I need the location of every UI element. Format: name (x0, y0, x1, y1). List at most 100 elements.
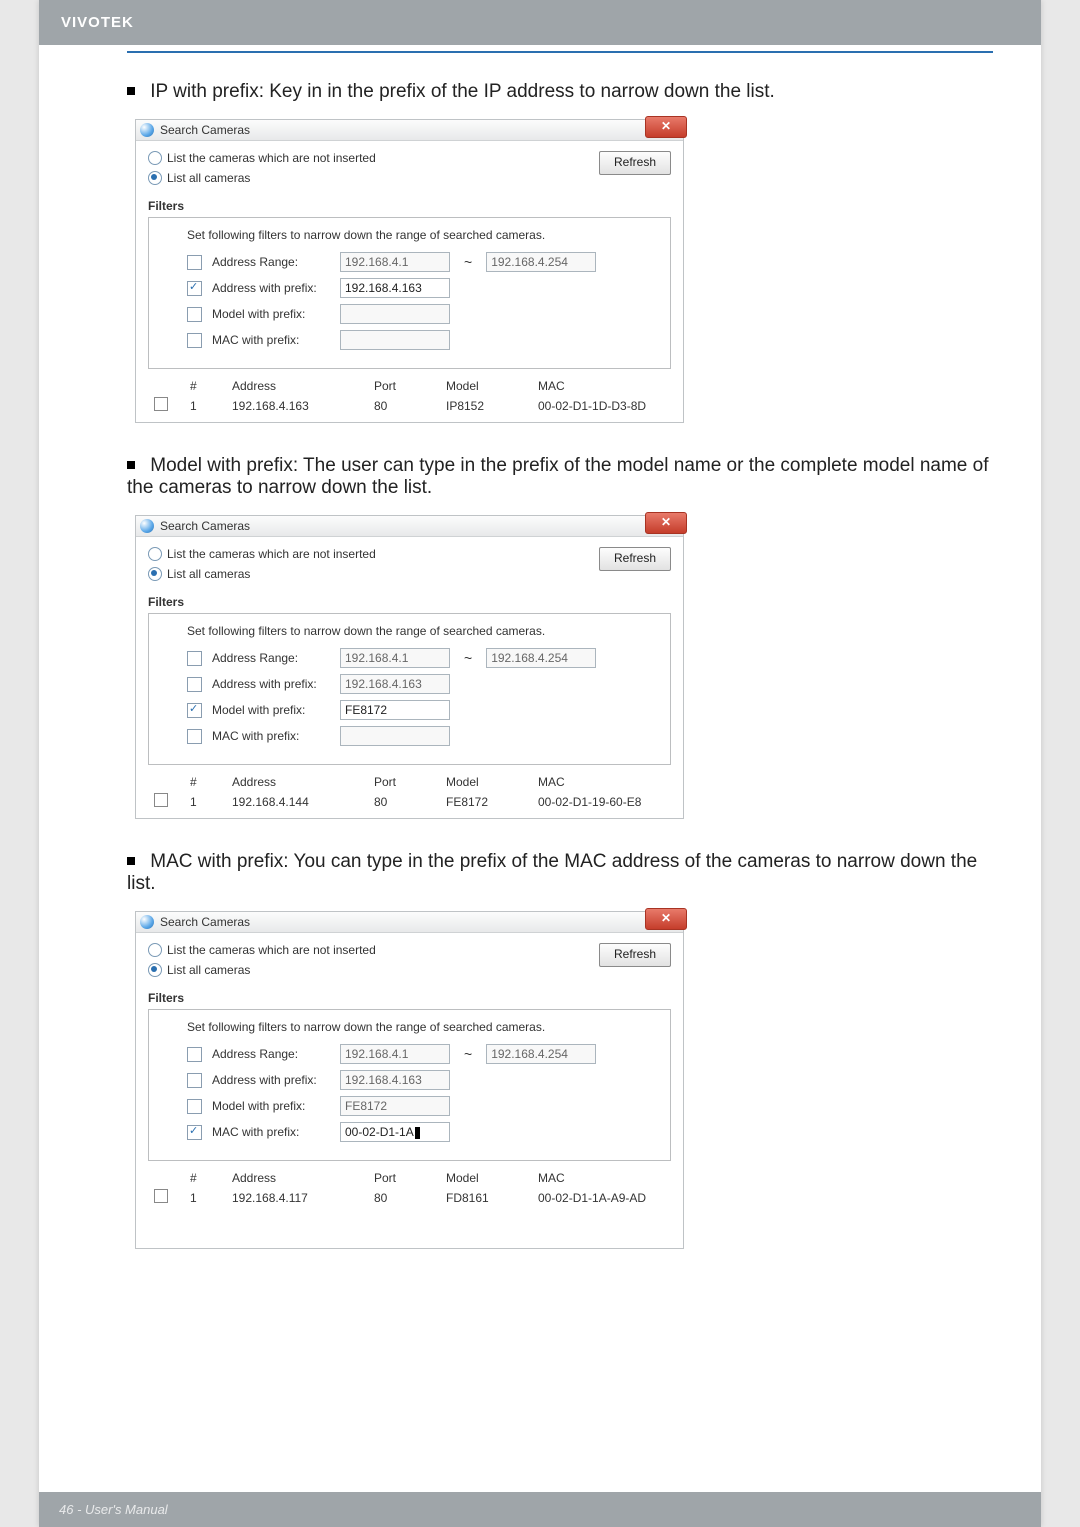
filters-desc: Set following filters to narrow down the… (187, 228, 658, 242)
chk-address-prefix[interactable] (187, 281, 202, 296)
input-address-prefix[interactable]: 192.168.4.163 (340, 674, 450, 694)
col-mac: MAC (532, 773, 671, 791)
page-header: VIVOTEK (39, 0, 1041, 45)
row-checkbox[interactable] (154, 793, 168, 807)
cell-mac: 00-02-D1-19-60-E8 (532, 791, 671, 812)
radio-not-inserted-label: List the cameras which are not inserted (167, 943, 376, 957)
results-table: # Address Port Model MAC 1 192.168.4.163… (148, 377, 671, 416)
close-icon[interactable]: ✕ (645, 512, 687, 534)
radio-not-inserted[interactable] (148, 547, 162, 561)
dialog-titlebar: Search Cameras ✕ (136, 120, 683, 141)
chk-address-range[interactable] (187, 651, 202, 666)
refresh-button[interactable]: Refresh (599, 151, 671, 175)
cell-model: IP8152 (440, 395, 532, 416)
cell-port: 80 (368, 791, 440, 812)
input-mac-prefix[interactable] (340, 726, 450, 746)
bullet-icon (127, 461, 135, 469)
col-model: Model (440, 1169, 532, 1187)
input-addr-to[interactable]: 192.168.4.254 (486, 252, 596, 272)
input-mac-prefix[interactable]: 00-02-D1-1A (340, 1122, 450, 1142)
app-icon (140, 519, 154, 533)
input-addr-from[interactable]: 192.168.4.1 (340, 648, 450, 668)
filters-panel: Set following filters to narrow down the… (148, 217, 671, 369)
col-model: Model (440, 773, 532, 791)
filters-heading: Filters (148, 991, 671, 1005)
radio-list-all[interactable] (148, 963, 162, 977)
bullet-model-prefix: Model with prefix: The user can type in … (127, 455, 993, 499)
bullet-text: Model with prefix: The user can type in … (127, 455, 988, 498)
row-checkbox[interactable] (154, 397, 168, 411)
chk-address-prefix[interactable] (187, 1073, 202, 1088)
filters-panel: Set following filters to narrow down the… (148, 1009, 671, 1161)
app-icon (140, 915, 154, 929)
range-separator: ~ (460, 650, 476, 666)
search-cameras-dialog-2: Search Cameras ✕ List the cameras which … (135, 515, 684, 819)
chk-model-prefix[interactable] (187, 307, 202, 322)
col-address: Address (226, 773, 368, 791)
chk-model-prefix[interactable] (187, 1099, 202, 1114)
cell-model: FD8161 (440, 1187, 532, 1208)
close-icon[interactable]: ✕ (645, 908, 687, 930)
bullet-mac-prefix: MAC with prefix: You can type in the pre… (127, 851, 993, 895)
input-model-prefix[interactable]: FE8172 (340, 1096, 450, 1116)
input-addr-from[interactable]: 192.168.4.1 (340, 252, 450, 272)
radio-not-inserted-label: List the cameras which are not inserted (167, 151, 376, 165)
label-address-range: Address Range: (212, 651, 330, 665)
cell-addr: 192.168.4.144 (226, 791, 368, 812)
input-model-prefix[interactable]: FE8172 (340, 700, 450, 720)
dialog-title-text: Search Cameras (160, 519, 250, 533)
chk-mac-prefix[interactable] (187, 1125, 202, 1140)
input-model-prefix[interactable] (340, 304, 450, 324)
input-address-prefix[interactable]: 192.168.4.163 (340, 278, 450, 298)
label-address-range: Address Range: (212, 1047, 330, 1061)
radio-list-all[interactable] (148, 567, 162, 581)
filters-heading: Filters (148, 199, 671, 213)
label-mac-prefix: MAC with prefix: (212, 333, 330, 347)
close-icon[interactable]: ✕ (645, 116, 687, 138)
app-icon (140, 123, 154, 137)
input-mac-prefix[interactable] (340, 330, 450, 350)
radio-list-all[interactable] (148, 171, 162, 185)
range-separator: ~ (460, 1046, 476, 1062)
input-address-prefix[interactable]: 192.168.4.163 (340, 1070, 450, 1090)
cell-num: 1 (184, 1187, 226, 1208)
chk-model-prefix[interactable] (187, 703, 202, 718)
cell-addr: 192.168.4.163 (226, 395, 368, 416)
range-separator: ~ (460, 254, 476, 270)
col-address: Address (226, 377, 368, 395)
bullet-text: MAC with prefix: You can type in the pre… (127, 851, 977, 894)
label-mac-prefix: MAC with prefix: (212, 1125, 330, 1139)
table-row[interactable]: 1 192.168.4.117 80 FD8161 00-02-D1-1A-A9… (148, 1187, 671, 1208)
col-port: Port (368, 377, 440, 395)
radio-not-inserted[interactable] (148, 151, 162, 165)
input-addr-from[interactable]: 192.168.4.1 (340, 1044, 450, 1064)
table-row[interactable]: 1 192.168.4.144 80 FE8172 00-02-D1-19-60… (148, 791, 671, 812)
radio-not-inserted[interactable] (148, 943, 162, 957)
radio-list-all-label: List all cameras (167, 963, 250, 977)
chk-mac-prefix[interactable] (187, 333, 202, 348)
refresh-button[interactable]: Refresh (599, 547, 671, 571)
label-model-prefix: Model with prefix: (212, 703, 330, 717)
refresh-button[interactable]: Refresh (599, 943, 671, 967)
chk-address-range[interactable] (187, 255, 202, 270)
input-addr-to[interactable]: 192.168.4.254 (486, 1044, 596, 1064)
table-row[interactable]: 1 192.168.4.163 80 IP8152 00-02-D1-1D-D3… (148, 395, 671, 416)
chk-address-range[interactable] (187, 1047, 202, 1062)
dialog-titlebar: Search Cameras ✕ (136, 516, 683, 537)
label-mac-prefix: MAC with prefix: (212, 729, 330, 743)
chk-address-prefix[interactable] (187, 677, 202, 692)
chk-mac-prefix[interactable] (187, 729, 202, 744)
radio-not-inserted-label: List the cameras which are not inserted (167, 547, 376, 561)
bullet-icon (127, 857, 135, 865)
cell-model: FE8172 (440, 791, 532, 812)
cell-addr: 192.168.4.117 (226, 1187, 368, 1208)
col-mac: MAC (532, 1169, 671, 1187)
footer-text: 46 - User's Manual (59, 1502, 168, 1517)
col-mac: MAC (532, 377, 671, 395)
filters-desc: Set following filters to narrow down the… (187, 1020, 658, 1034)
row-checkbox[interactable] (154, 1189, 168, 1203)
cell-num: 1 (184, 791, 226, 812)
input-addr-to[interactable]: 192.168.4.254 (486, 648, 596, 668)
results-table: # Address Port Model MAC 1 192.168.4.117… (148, 1169, 671, 1208)
label-address-prefix: Address with prefix: (212, 1073, 330, 1087)
